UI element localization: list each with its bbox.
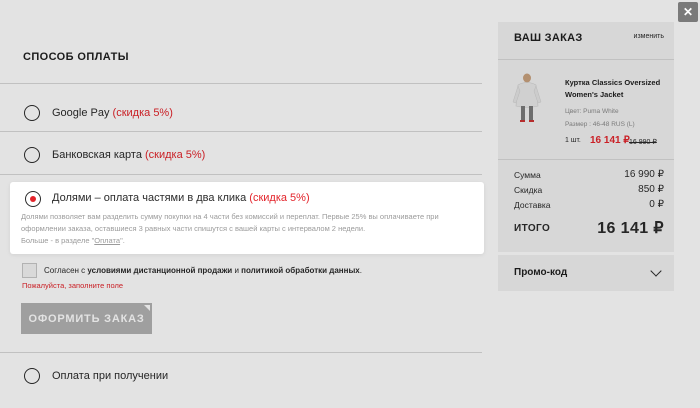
divider [0, 174, 482, 175]
radio-dolyami[interactable] [25, 191, 41, 207]
option-cash-on-delivery[interactable]: Оплата при получении [52, 370, 168, 382]
place-order-label: ОФОРМИТЬ ЗАКАЗ [28, 312, 145, 325]
summary-row-discount: Скидка 850 ₽ [514, 184, 664, 195]
divider [0, 83, 482, 84]
promo-code-label: Промо-код [514, 267, 568, 278]
option-label: Оплата при получении [52, 370, 169, 382]
option-label: Банковская карта [52, 149, 142, 161]
divider [498, 159, 674, 160]
consent-error: Пожалуйста, заполните поле [22, 281, 124, 290]
discount-badge: (скидка 5%) [112, 107, 173, 119]
total-row: ИТОГО 16 141 ₽ [514, 220, 664, 237]
total-label: ИТОГО [514, 223, 551, 234]
promo-code-toggle[interactable]: Промо-код [498, 255, 674, 291]
consent-suffix: . [359, 266, 362, 275]
more-prefix: Больше - в разделе " [21, 236, 95, 245]
more-suffix: ". [120, 236, 125, 245]
summary-value: 0 ₽ [649, 199, 664, 210]
discount-badge: (скидка 5%) [249, 192, 310, 204]
payment-info-link[interactable]: Оплата [94, 236, 120, 245]
consent-text: Согласен с условиями дистанционной прода… [44, 266, 362, 275]
product-qty: 1 шт. [565, 137, 581, 144]
description-line: Долями позволяет вам разделить сумму пок… [21, 212, 439, 221]
corner-mark [144, 305, 150, 311]
selected-payment-card[interactable]: Долями – оплата частями в два клика (ски… [10, 182, 484, 254]
discount-badge: (скидка 5%) [145, 149, 206, 161]
divider [0, 352, 482, 353]
order-summary-panel: ВАШ ЗАКАЗ изменить Куртка Classics Overs… [498, 22, 674, 252]
description-line: оформлении заказа, оставшиеся 3 равных ч… [21, 224, 366, 233]
dolyami-description: Долями позволяет вам разделить сумму пок… [21, 211, 481, 247]
radio-google-pay[interactable] [24, 105, 40, 121]
consent-checkbox[interactable] [22, 263, 37, 278]
summary-label: Скидка [514, 185, 543, 195]
summary-label: Доставка [514, 200, 551, 210]
product-size: Размер : 46-48 RUS (L) [565, 121, 635, 128]
consent-prefix: Согласен с [44, 266, 88, 275]
close-icon[interactable]: ✕ [678, 2, 698, 22]
policy-link[interactable]: политикой обработки данных [241, 266, 360, 275]
summary-value: 850 ₽ [638, 184, 664, 195]
payment-method-title: СПОСОБ ОПЛАТЫ [23, 51, 129, 63]
product-name[interactable]: Куртка Classics Oversized Women's Jacket [565, 77, 669, 101]
divider [0, 131, 482, 132]
product-old-price: 16 990 ₽ [629, 139, 657, 146]
place-order-button[interactable]: ОФОРМИТЬ ЗАКАЗ [21, 303, 152, 334]
option-google-pay[interactable]: Google Pay (скидка 5%) [52, 107, 173, 119]
option-label: Долями – оплата частями в два клика [52, 192, 247, 204]
option-bank-card[interactable]: Банковская карта (скидка 5%) [52, 149, 205, 161]
radio-cash-on-delivery[interactable] [24, 368, 40, 384]
product-image[interactable] [510, 72, 544, 124]
summary-row-sum: Сумма 16 990 ₽ [514, 169, 664, 180]
option-label: Google Pay [52, 107, 110, 119]
summary-value: 16 990 ₽ [624, 169, 664, 180]
summary-label: Сумма [514, 170, 541, 180]
edit-order-link[interactable]: изменить [634, 33, 664, 40]
product-price: 16 141 ₽ [590, 135, 630, 146]
radio-bank-card[interactable] [24, 147, 40, 163]
option-dolyami[interactable]: Долями – оплата частями в два клика (ски… [52, 192, 310, 204]
divider [498, 59, 674, 60]
summary-row-delivery: Доставка 0 ₽ [514, 199, 664, 210]
chevron-down-icon [650, 265, 662, 277]
description-more: Больше - в разделе "Оплата". [21, 235, 481, 247]
product-color: Цвет: Puma White [565, 108, 619, 115]
terms-link[interactable]: условиями дистанционной продажи [87, 266, 232, 275]
consent-and: и [232, 266, 242, 275]
order-title: ВАШ ЗАКАЗ [514, 32, 583, 44]
total-value: 16 141 ₽ [597, 220, 664, 237]
